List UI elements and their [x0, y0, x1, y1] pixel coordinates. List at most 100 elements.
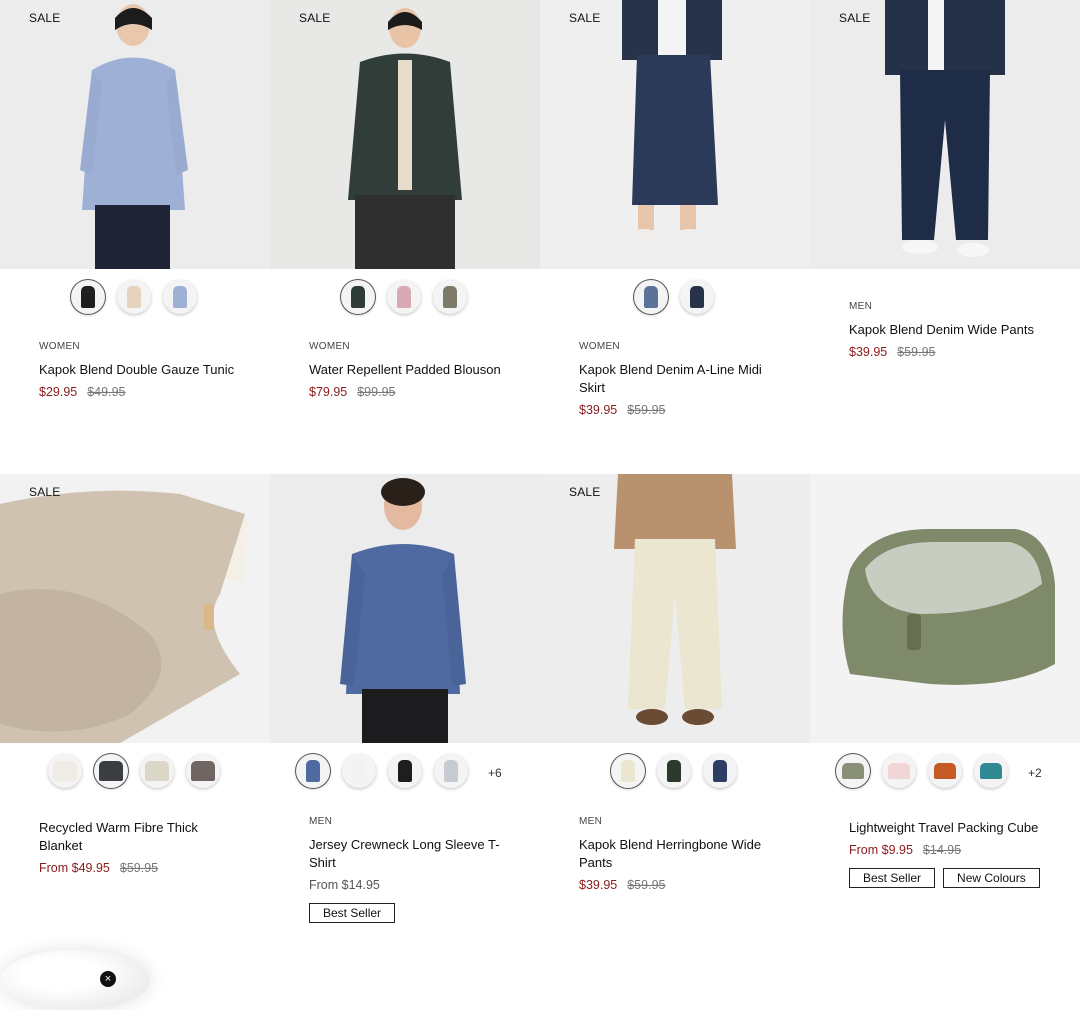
- product-photo: [0, 474, 270, 743]
- product-card[interactable]: SALE Recycled Warm Fibre Thick Blanket F…: [0, 474, 270, 875]
- more-colors-count[interactable]: +6: [488, 766, 502, 780]
- color-swatches: [0, 754, 270, 794]
- product-price: $79.95 $99.95: [309, 385, 509, 399]
- product-card[interactable]: +2 Lightweight Travel Packing Cube From …: [810, 474, 1080, 888]
- color-swatch-pink[interactable]: [387, 280, 421, 314]
- product-price: $39.95 $59.95: [579, 403, 779, 417]
- product-info: WOMEN Kapok Blend Double Gauze Tunic $29…: [39, 341, 239, 399]
- color-swatch-charcoal[interactable]: [94, 754, 128, 788]
- original-price: $59.95: [897, 345, 936, 359]
- product-info: MEN Kapok Blend Denim Wide Pants $39.95 $…: [849, 301, 1049, 359]
- product-image[interactable]: SALE: [270, 0, 540, 269]
- more-colors-count[interactable]: +2: [1028, 766, 1042, 780]
- product-category: WOMEN: [39, 341, 80, 352]
- sale-price: $79.95: [309, 385, 348, 399]
- color-swatch-ecru[interactable]: [611, 754, 645, 788]
- color-swatch-orange[interactable]: [928, 754, 962, 788]
- product-title[interactable]: Lightweight Travel Packing Cube: [849, 819, 1069, 837]
- product-price: From $49.95 $59.95: [39, 861, 239, 875]
- product-category: MEN: [309, 816, 333, 827]
- color-swatch-white[interactable]: [342, 754, 376, 788]
- product-info: Recycled Warm Fibre Thick Blanket From $…: [39, 819, 239, 875]
- color-swatches: [0, 280, 270, 320]
- color-swatch-black[interactable]: [71, 280, 105, 314]
- product-card[interactable]: SALE MEN Kapok Blend Herringbone Wide Pa…: [540, 474, 810, 892]
- close-icon[interactable]: ×: [100, 971, 116, 987]
- sale-price: From $9.95: [849, 843, 913, 857]
- product-title[interactable]: Kapok Blend Double Gauze Tunic: [39, 361, 239, 379]
- color-swatch-brown[interactable]: [186, 754, 220, 788]
- product-info: Lightweight Travel Packing Cube From $9.…: [849, 819, 1069, 888]
- product-image[interactable]: [810, 474, 1080, 743]
- product-price: From $14.95: [309, 878, 509, 892]
- product-info: MEN Jersey Crewneck Long Sleeve T-Shirt …: [309, 816, 509, 923]
- color-swatch-teal[interactable]: [974, 754, 1008, 788]
- color-swatches: [540, 754, 810, 794]
- product-category: WOMEN: [579, 341, 620, 352]
- color-swatch-blue[interactable]: [296, 754, 330, 788]
- color-swatch-light-denim[interactable]: [634, 280, 668, 314]
- product-title[interactable]: Water Repellent Padded Blouson: [309, 361, 509, 379]
- color-swatch-beige[interactable]: [117, 280, 151, 314]
- color-swatch-dark-denim[interactable]: [680, 280, 714, 314]
- product-image[interactable]: SALE: [810, 0, 1080, 269]
- color-swatch-grey[interactable]: [434, 754, 468, 788]
- product-price: $29.95 $49.95: [39, 385, 239, 399]
- price: From $14.95: [309, 878, 380, 892]
- original-price: $14.95: [922, 843, 962, 857]
- color-swatches: +2: [810, 754, 1080, 794]
- product-info: WOMEN Kapok Blend Denim A-Line Midi Skir…: [579, 341, 779, 417]
- product-card[interactable]: SALE WOMEN Water Repellent Padded Blouso…: [270, 0, 540, 399]
- product-title[interactable]: Kapok Blend Denim A-Line Midi Skirt: [579, 361, 779, 397]
- sale-price: $39.95: [579, 878, 618, 892]
- new-colours-badge: New Colours: [943, 868, 1040, 888]
- sale-price: From $49.95: [39, 861, 110, 875]
- product-photo: [270, 0, 540, 269]
- product-category: WOMEN: [309, 341, 350, 352]
- product-title[interactable]: Recycled Warm Fibre Thick Blanket: [39, 819, 239, 855]
- product-title[interactable]: Jersey Crewneck Long Sleeve T-Shirt: [309, 836, 509, 872]
- sale-tag: SALE: [839, 11, 871, 25]
- product-image[interactable]: SALE: [540, 474, 810, 743]
- product-image[interactable]: SALE: [0, 474, 270, 743]
- original-price: $99.95: [357, 385, 396, 399]
- original-price: $59.95: [627, 403, 666, 417]
- product-category: MEN: [849, 301, 873, 312]
- sale-price: $29.95: [39, 385, 78, 399]
- product-price: $39.95 $59.95: [579, 878, 779, 892]
- color-swatches: [540, 280, 810, 320]
- color-swatch-khaki[interactable]: [836, 754, 870, 788]
- product-info: WOMEN Water Repellent Padded Blouson $79…: [309, 341, 509, 399]
- badges: Best Seller New Colours: [849, 868, 1069, 888]
- product-category: MEN: [579, 816, 603, 827]
- product-card[interactable]: SALE MEN Kapok Blend Denim Wide Pants $3…: [810, 0, 1080, 359]
- product-title[interactable]: Kapok Blend Denim Wide Pants: [849, 321, 1049, 339]
- product-photo: [0, 0, 270, 269]
- color-swatch-olive[interactable]: [433, 280, 467, 314]
- product-image[interactable]: SALE: [540, 0, 810, 269]
- color-swatch-dark-green[interactable]: [341, 280, 375, 314]
- color-swatch-navy[interactable]: [703, 754, 737, 788]
- product-image[interactable]: [270, 474, 540, 743]
- product-photo: [810, 474, 1080, 743]
- product-photo: [540, 0, 810, 269]
- product-price: From $9.95 $14.95: [849, 843, 1069, 857]
- best-seller-badge: Best Seller: [849, 868, 936, 888]
- product-card[interactable]: +6 MEN Jersey Crewneck Long Sleeve T-Shi…: [270, 474, 540, 923]
- product-card[interactable]: SALE WOMEN Kapok Blend Double Gauze Tuni…: [0, 0, 270, 399]
- product-image[interactable]: SALE: [0, 0, 270, 269]
- product-info: MEN Kapok Blend Herringbone Wide Pants $…: [579, 816, 779, 892]
- color-swatch-pink[interactable]: [882, 754, 916, 788]
- color-swatch-blue[interactable]: [163, 280, 197, 314]
- best-seller-badge: Best Seller: [309, 903, 396, 923]
- chat-widget[interactable]: [0, 950, 150, 1010]
- product-photo: [540, 474, 810, 743]
- color-swatch-ivory[interactable]: [140, 754, 174, 788]
- product-card[interactable]: SALE WOMEN Kapok Blend Denim A-Line Midi…: [540, 0, 810, 417]
- product-title[interactable]: Kapok Blend Herringbone Wide Pants: [579, 836, 779, 872]
- color-swatches: +6: [270, 754, 540, 794]
- color-swatch-black[interactable]: [388, 754, 422, 788]
- color-swatch-dark-green[interactable]: [657, 754, 691, 788]
- product-photo: [270, 474, 540, 743]
- color-swatch-white[interactable]: [48, 754, 82, 788]
